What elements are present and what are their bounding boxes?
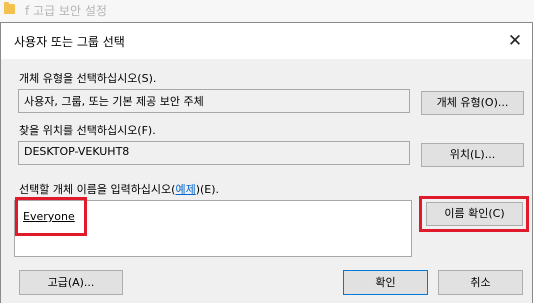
dialog-titlebar: 사용자 또는 그룹 선택 ✕ [1,23,532,59]
dialog-title: 사용자 또는 그룹 선택 [14,35,125,49]
locations-button[interactable]: 위치(L)... [421,143,524,167]
names-label-suffix: )(E). [195,183,220,196]
examples-link[interactable]: 예제 [175,183,195,196]
location-label: 찾을 위치를 선택하십시오(F). [19,124,156,137]
close-icon[interactable]: ✕ [503,30,527,52]
folder-icon [4,2,15,14]
highlight-box-check-names [419,196,529,232]
object-type-label: 개체 유형을 선택하십시오(S). [19,72,157,85]
advanced-button[interactable]: 고급(A)... [19,270,123,295]
background-window-title: f 고급 보안 설정 [25,4,107,18]
highlight-box-name-entry [15,197,87,236]
ok-button[interactable]: 확인 [343,270,428,295]
object-types-button[interactable]: 개체 유형(O)... [421,91,524,115]
cancel-button[interactable]: 취소 [438,270,523,295]
names-label-prefix: 선택할 개체 이름을 입력하십시오( [19,183,176,196]
select-users-dialog: 사용자 또는 그룹 선택 ✕ 개체 유형을 선택하십시오(S). 사용자, 그룹… [0,22,533,303]
names-label: 선택할 개체 이름을 입력하십시오(예제)(E). [19,181,219,197]
object-type-field: 사용자, 그룹, 또는 기본 제공 보안 주체 [18,89,410,113]
location-field: DESKTOP-VEKUHT8 [18,141,410,165]
background-window-strip: f 고급 보안 설정 [0,0,534,22]
